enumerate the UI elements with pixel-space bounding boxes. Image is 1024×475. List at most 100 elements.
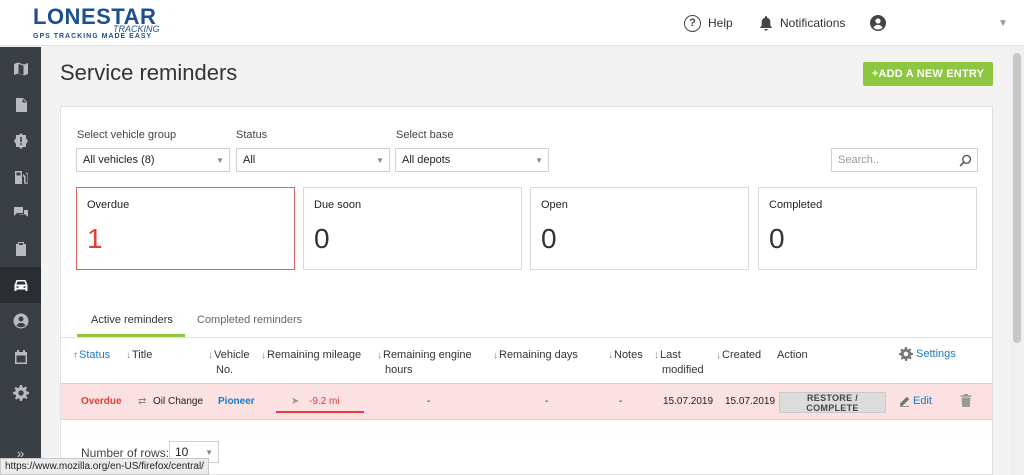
browser-status-url: https://www.mozilla.org/en-US/firefox/ce… [0, 458, 209, 475]
navigation-arrow-icon: ➤ [291, 396, 300, 407]
sort-arrow-down-icon: ↓ [608, 350, 613, 361]
edit-link[interactable]: Edit [899, 395, 932, 407]
column-header-action: Action [777, 349, 808, 361]
sort-arrow-up-icon: ↑ [73, 350, 78, 361]
row-last-modified: 15.07.2019 [663, 396, 714, 407]
column-header-remaining-days[interactable]: ↓Remaining days [493, 348, 578, 363]
column-header-last-modified[interactable]: ↓Last modified [654, 348, 704, 377]
search-icon [959, 154, 972, 167]
column-header-vehicle-no[interactable]: ↓Vehicle No. [208, 348, 249, 377]
main-panel: Select vehicle group Status Select base … [60, 106, 994, 475]
vehicle-group-label: Select vehicle group [77, 129, 177, 141]
help-label: Help [708, 16, 733, 30]
top-bar: LONESTAR TRACKING GPS TRACKING MADE EASY… [0, 0, 1024, 46]
table-settings-link[interactable]: Settings [899, 347, 956, 361]
card-open[interactable]: Open 0 [530, 187, 749, 270]
delete-button[interactable] [960, 394, 972, 410]
trash-icon [960, 394, 972, 407]
card-label: Open [541, 199, 568, 211]
column-header-notes[interactable]: ↓Notes [608, 348, 643, 363]
vehicle-group-value: All vehicles (8) [83, 154, 155, 166]
status-filter-value: All [243, 154, 256, 166]
scrollbar-thumb[interactable] [1013, 53, 1021, 343]
row-vehicle-link[interactable]: Pioneer [218, 396, 255, 407]
sidebar-item-reports[interactable] [0, 231, 41, 267]
sort-arrow-down-icon: ↓ [493, 350, 498, 361]
card-label: Completed [769, 199, 823, 211]
card-label: Due soon [314, 199, 362, 211]
sidebar-item-calendar[interactable] [0, 339, 41, 375]
vehicle-group-select[interactable]: All vehicles (8) ▼ [76, 148, 230, 172]
sidebar: » [0, 47, 41, 475]
user-menu-chevron-down-icon[interactable]: ▼ [998, 0, 1008, 46]
base-filter-select[interactable]: All depots ▼ [395, 148, 549, 172]
car-icon [14, 280, 27, 291]
column-header-label: Remaining days [499, 349, 578, 361]
logo-tagline: GPS TRACKING MADE EASY [33, 33, 153, 40]
sort-arrow-down-icon: ↓ [261, 350, 266, 361]
sidebar-item-settings[interactable] [0, 375, 41, 411]
user-menu[interactable] [870, 0, 886, 46]
mileage-underline [276, 411, 364, 413]
fuel-icon [14, 171, 28, 184]
sidebar-item-vehicles[interactable] [0, 267, 41, 303]
edit-label: Edit [913, 395, 932, 407]
sort-arrow-down-icon: ↓ [126, 350, 131, 361]
column-header-remaining-engine-hours[interactable]: ↓Remaining engine hours [377, 348, 472, 377]
card-completed[interactable]: Completed 0 [758, 187, 977, 270]
card-count: 0 [314, 223, 330, 254]
chevron-down-icon: ▼ [216, 156, 224, 165]
help-icon: ? [684, 14, 701, 32]
sidebar-item-documents[interactable] [0, 87, 41, 123]
row-remaining-mileage: -9.2 mi [309, 396, 340, 407]
row-notes: - [619, 396, 623, 407]
column-header-title[interactable]: ↓Title [126, 348, 152, 363]
status-filter-select[interactable]: All ▼ [236, 148, 390, 172]
column-header-label: Notes [614, 349, 643, 361]
map-icon [13, 62, 28, 76]
chat-icon [13, 207, 28, 217]
alert-badge-icon [13, 133, 28, 149]
sidebar-item-fuel[interactable] [0, 159, 41, 195]
tab-active-reminders[interactable]: Active reminders [77, 302, 185, 337]
card-due-soon[interactable]: Due soon 0 [303, 187, 522, 270]
notifications-link[interactable]: Notifications [759, 0, 845, 46]
restore-complete-button[interactable]: RESTORE / COMPLETE [779, 392, 886, 413]
sidebar-item-drivers[interactable] [0, 303, 41, 339]
status-filter-label: Status [236, 129, 268, 141]
column-header-label: Status [79, 349, 111, 361]
sidebar-item-messages[interactable] [0, 195, 41, 231]
tab-completed-reminders[interactable]: Completed reminders [197, 302, 302, 337]
column-header-remaining-mileage[interactable]: ↓Remaining mileage [261, 348, 361, 363]
add-new-entry-button[interactable]: +ADD A NEW ENTRY [863, 62, 993, 86]
pencil-icon [899, 396, 910, 407]
column-header-label: No. [216, 364, 234, 376]
card-overdue[interactable]: Overdue 1 [76, 187, 295, 270]
base-filter-label: Select base [396, 129, 454, 141]
column-header-created[interactable]: ↓Created [716, 348, 761, 363]
search-input[interactable]: Search.. [831, 148, 978, 172]
user-icon [870, 15, 886, 31]
page-scrollbar[interactable] [1010, 47, 1024, 475]
person-circle-icon [13, 313, 28, 329]
sidebar-item-map[interactable] [0, 51, 41, 87]
card-label: Overdue [87, 199, 130, 211]
card-count: 0 [769, 223, 785, 254]
notifications-label: Notifications [780, 16, 846, 30]
sort-arrow-down-icon: ↓ [716, 350, 721, 361]
lonestar-logo[interactable]: LONESTAR TRACKING GPS TRACKING MADE EASY [33, 6, 163, 42]
column-header-label: Vehicle [214, 349, 250, 361]
chevron-down-icon: ▼ [535, 156, 543, 165]
column-header-label: Remaining mileage [267, 349, 362, 361]
tabs-divider [61, 337, 994, 338]
column-header-label: Last [660, 349, 681, 361]
sort-arrow-down-icon: ↓ [208, 350, 213, 361]
sidebar-item-alerts[interactable] [0, 123, 41, 159]
gear-icon [899, 347, 913, 361]
column-header-status[interactable]: ↑Status [73, 348, 110, 363]
calendar-icon [14, 350, 27, 364]
gear-icon [12, 385, 29, 401]
table-row[interactable]: Overdue ⇄ Oil Change Pioneer ➤ -9.2 mi -… [61, 383, 992, 420]
help-link[interactable]: ? Help [684, 0, 733, 46]
document-icon [15, 98, 27, 112]
